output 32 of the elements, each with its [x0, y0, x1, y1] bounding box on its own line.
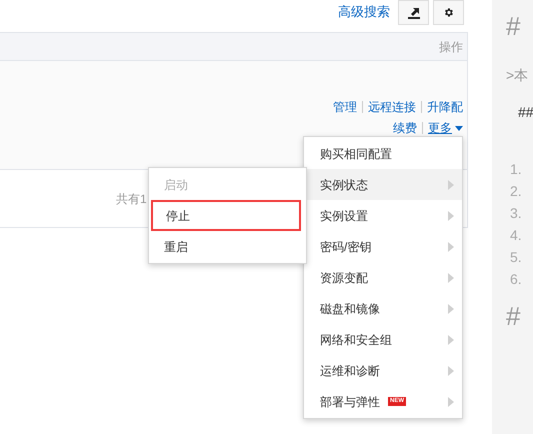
submenu-item[interactable]: 停止 [151, 200, 301, 231]
settings-button[interactable] [433, 0, 464, 25]
advanced-search-link[interactable]: 高级搜索 [338, 2, 390, 22]
action-link[interactable]: 管理 [333, 98, 357, 116]
list-number: 4. [510, 226, 522, 244]
caret-down-icon [455, 126, 463, 130]
menu-item[interactable]: 实例状态 [304, 169, 462, 200]
menu-item[interactable]: 密码/密钥 [304, 231, 462, 262]
settings-icon [443, 7, 454, 18]
heading-mark: # [506, 300, 520, 332]
action-link[interactable]: 升降配 [427, 98, 463, 116]
heading-mark: # [506, 10, 520, 42]
menu-item[interactable]: 资源变配 [304, 262, 462, 293]
submenu-item[interactable]: 重启 [151, 231, 301, 262]
column-header: 操作 [439, 38, 463, 56]
list-number: 6. [510, 270, 522, 288]
action-link[interactable]: 续费 [393, 119, 417, 137]
list-number: 2. [510, 182, 522, 200]
menu-item[interactable]: 运维和诊断 [304, 355, 462, 386]
menu-item[interactable]: 磁盘和镜像 [304, 293, 462, 324]
list-number: 3. [510, 204, 522, 222]
action-link[interactable]: 远程连接 [368, 98, 416, 116]
menu-item[interactable]: 购买相同配置 [304, 138, 462, 169]
total-count-text: 共有1 [116, 190, 147, 208]
export-icon [408, 6, 420, 18]
list-number: 5. [510, 248, 522, 266]
menu-item[interactable]: 实例设置 [304, 200, 462, 231]
list-number: 1. [510, 160, 522, 178]
menu-item[interactable]: 网络和安全组 [304, 324, 462, 355]
quote-text: >本 [506, 66, 528, 84]
action-link[interactable]: 更多 [428, 119, 452, 137]
export-button[interactable] [398, 0, 429, 25]
